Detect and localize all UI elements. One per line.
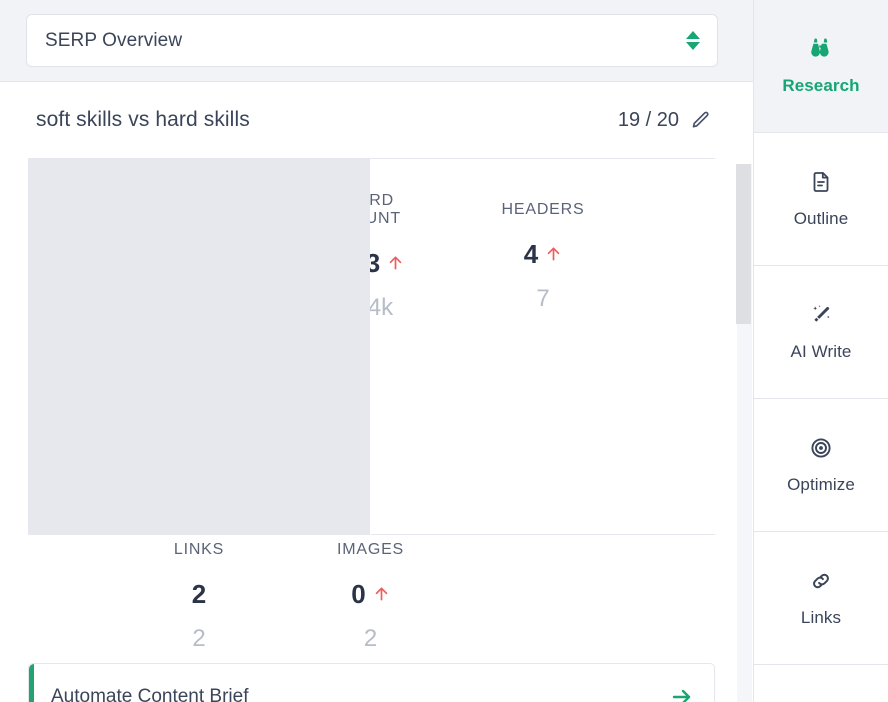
right-sidebar: Research Outline AI Write Optimize Links xyxy=(753,0,888,702)
panel-header: SERP Overview xyxy=(0,0,753,82)
metric-label: HEADERS xyxy=(501,200,585,218)
arrow-right-icon[interactable] xyxy=(670,685,694,702)
action-card-list: Automate Content Brief Visualize SERP Me… xyxy=(0,651,753,702)
sidebar-item-label: AI Write xyxy=(790,342,852,361)
arrow-up-icon xyxy=(545,243,562,265)
metrics-horizontal-divider-right xyxy=(371,534,715,535)
caret-up-shape xyxy=(686,31,700,39)
metric-target: 7 xyxy=(536,284,550,312)
app-root: SERP Overview soft skills vs hard skills… xyxy=(0,0,888,702)
document-title-row: soft skills vs hard skills 19 / 20 xyxy=(0,82,753,158)
serp-view-select[interactable]: SERP Overview xyxy=(26,14,718,67)
metric-value: 0 xyxy=(351,579,366,609)
sidebar-item-ai-write[interactable]: AI Write xyxy=(754,266,888,399)
document-score: 19 / 20 xyxy=(617,108,679,131)
metric-links: LINKS 2 2 xyxy=(28,535,370,651)
metric-headers: HEADERS 4 7 xyxy=(371,159,715,346)
main-panel: SERP Overview soft skills vs hard skills… xyxy=(0,0,753,702)
document-score-group: 19 / 20 xyxy=(618,109,729,132)
automate-content-brief-card[interactable]: Automate Content Brief xyxy=(28,663,715,702)
sidebar-item-label: Outline xyxy=(793,209,849,228)
magic-wand-icon xyxy=(808,302,834,328)
sidebar-item-outline[interactable]: Outline xyxy=(754,133,888,266)
metric-label: LINKS xyxy=(173,541,225,558)
serp-view-select-value: SERP Overview xyxy=(45,29,183,51)
metric-value-row: 2 xyxy=(192,581,206,607)
link-icon xyxy=(808,568,834,594)
metric-value: 4 xyxy=(523,238,539,269)
metrics-vertical-divider xyxy=(28,159,370,534)
sidebar-item-links[interactable]: Links xyxy=(754,532,888,665)
metrics-grid: WORD COUNT 453 1.4k HEADERS xyxy=(28,159,715,651)
sidebar-item-label: Links xyxy=(800,608,842,627)
arrow-up-icon xyxy=(373,583,390,605)
target-icon xyxy=(808,435,834,461)
sidebar-item-label: Optimize xyxy=(787,475,855,494)
chevron-up-down-icon[interactable] xyxy=(685,27,701,55)
page-title: soft skills vs hard skills xyxy=(36,108,250,131)
sidebar-item-research[interactable]: Research xyxy=(754,0,888,133)
document-icon xyxy=(808,169,834,195)
vertical-scrollbar-track[interactable] xyxy=(736,164,752,702)
metric-value-row: 0 xyxy=(351,581,389,607)
metric-value: 2 xyxy=(191,579,207,609)
metric-images: IMAGES 0 2 xyxy=(337,535,403,651)
binoculars-icon xyxy=(808,36,834,62)
metric-target: 2 xyxy=(192,625,206,652)
panel-body: soft skills vs hard skills 19 / 20 WORD … xyxy=(0,82,753,702)
vertical-scrollbar-thumb[interactable] xyxy=(736,164,751,324)
metric-value-row: 4 xyxy=(524,241,562,267)
sidebar-item-optimize[interactable]: Optimize xyxy=(754,399,888,532)
sidebar-item-label: Research xyxy=(782,76,860,95)
metric-label: IMAGES xyxy=(336,541,405,558)
caret-down-shape xyxy=(686,42,700,50)
action-card-label: Automate Content Brief xyxy=(51,686,249,702)
pencil-icon[interactable] xyxy=(691,110,711,130)
metric-target: 2 xyxy=(363,625,378,652)
